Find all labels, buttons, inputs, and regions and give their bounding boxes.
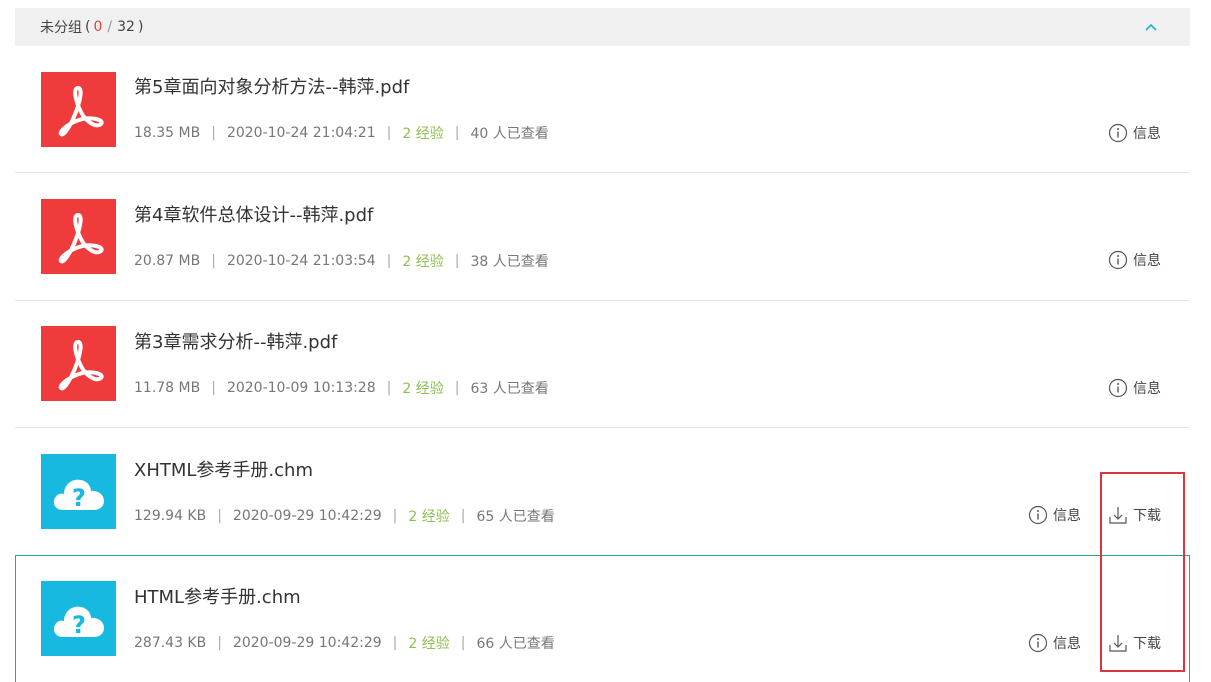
info-label: 信息	[1053, 508, 1081, 524]
group-paren-open: (	[85, 19, 91, 35]
download-button[interactable]: 下载	[1108, 633, 1161, 653]
info-label: 信息	[1133, 126, 1161, 142]
experience-points: 2 经验	[402, 126, 444, 142]
meta-divider: |	[217, 635, 222, 651]
file-size: 20.87 MB	[134, 253, 201, 269]
upload-date: 2020-10-09 10:13:28	[226, 380, 376, 396]
meta-divider: |	[454, 125, 460, 141]
file-meta: 129.94 KB | 2020-09-29 10:42:29 | 2 经验 |…	[134, 506, 555, 526]
file-size: 11.78 MB	[134, 380, 201, 396]
meta-divider: |	[386, 380, 392, 396]
info-icon	[1108, 123, 1128, 143]
group-count-current: 0	[93, 19, 103, 35]
file-meta: 11.78 MB | 2020-10-09 10:13:28 | 2 经验 | …	[134, 378, 549, 398]
pdf-icon[interactable]	[41, 199, 116, 274]
info-icon	[1108, 378, 1128, 398]
file-item[interactable]: ? HTML参考手册.chm 287.43 KB | 2020-09-29 10…	[15, 555, 1190, 682]
file-name[interactable]: 第5章面向对象分析方法--韩萍.pdf	[134, 73, 409, 99]
chm-help-icon[interactable]: ?	[41, 454, 116, 529]
info-button[interactable]: 信息	[1028, 505, 1081, 525]
meta-divider: |	[460, 508, 466, 524]
meta-divider: |	[211, 380, 216, 396]
view-count: 63 人已查看	[470, 381, 549, 397]
meta-divider: |	[392, 635, 398, 651]
file-meta: 287.43 KB | 2020-09-29 10:42:29 | 2 经验 |…	[134, 633, 555, 653]
info-button[interactable]: 信息	[1108, 250, 1161, 270]
download-button[interactable]: 下载	[1108, 505, 1161, 525]
meta-divider: |	[217, 508, 222, 524]
chm-help-icon[interactable]: ?	[41, 581, 116, 656]
file-size: 287.43 KB	[134, 635, 207, 651]
experience-points: 2 经验	[408, 509, 450, 525]
experience-points: 2 经验	[408, 636, 450, 652]
view-count: 66 人已查看	[476, 636, 555, 652]
pdf-icon[interactable]	[41, 326, 116, 401]
svg-text:?: ?	[72, 611, 86, 639]
meta-divider: |	[460, 635, 466, 651]
info-icon	[1028, 505, 1048, 525]
download-label: 下载	[1133, 508, 1161, 524]
download-icon	[1109, 635, 1127, 652]
info-label: 信息	[1133, 381, 1161, 397]
pdf-icon[interactable]	[41, 72, 116, 147]
info-label: 信息	[1133, 253, 1161, 269]
download-icon	[1109, 507, 1127, 524]
group-paren-close: )	[137, 19, 144, 35]
view-count: 40 人已查看	[470, 126, 549, 142]
file-size: 129.94 KB	[134, 508, 207, 524]
info-button[interactable]: 信息	[1108, 378, 1161, 398]
meta-divider: |	[454, 253, 460, 269]
group-header[interactable]: 未分组 ( 0 / 32 )	[15, 8, 1190, 46]
file-name[interactable]: 第3章需求分析--韩萍.pdf	[134, 328, 337, 354]
svg-text:?: ?	[72, 484, 86, 512]
file-item[interactable]: 第4章软件总体设计--韩萍.pdf 20.87 MB | 2020-10-24 …	[15, 173, 1190, 301]
upload-date: 2020-09-29 10:42:29	[232, 635, 382, 651]
file-name[interactable]: HTML参考手册.chm	[134, 583, 301, 609]
meta-divider: |	[454, 380, 460, 396]
experience-points: 2 经验	[402, 381, 444, 397]
file-name[interactable]: 第4章软件总体设计--韩萍.pdf	[134, 201, 373, 227]
info-icon	[1108, 250, 1128, 270]
meta-divider: |	[386, 125, 392, 141]
upload-date: 2020-10-24 21:03:54	[226, 253, 376, 269]
file-size: 18.35 MB	[134, 125, 201, 141]
group-count-total: 32	[117, 19, 135, 35]
file-meta: 20.87 MB | 2020-10-24 21:03:54 | 2 经验 | …	[134, 251, 549, 271]
chevron-up-icon[interactable]	[1142, 18, 1160, 36]
info-icon	[1028, 633, 1048, 653]
view-count: 65 人已查看	[476, 509, 555, 525]
meta-divider: |	[386, 253, 392, 269]
download-label: 下载	[1133, 636, 1161, 652]
file-name[interactable]: XHTML参考手册.chm	[134, 456, 313, 482]
file-item[interactable]: ? XHTML参考手册.chm 129.94 KB | 2020-09-29 1…	[15, 428, 1190, 555]
upload-date: 2020-10-24 21:04:21	[226, 125, 376, 141]
info-button[interactable]: 信息	[1028, 633, 1081, 653]
info-button[interactable]: 信息	[1108, 123, 1161, 143]
group-label: 未分组	[40, 20, 82, 36]
file-meta: 18.35 MB | 2020-10-24 21:04:21 | 2 经验 | …	[134, 123, 549, 143]
file-item[interactable]: 第3章需求分析--韩萍.pdf 11.78 MB | 2020-10-09 10…	[15, 301, 1190, 428]
file-item[interactable]: 第5章面向对象分析方法--韩萍.pdf 18.35 MB | 2020-10-2…	[15, 46, 1190, 173]
meta-divider: |	[211, 253, 216, 269]
meta-divider: |	[392, 508, 398, 524]
group-count-separator: /	[107, 19, 113, 35]
meta-divider: |	[211, 125, 216, 141]
experience-points: 2 经验	[402, 254, 444, 270]
info-label: 信息	[1053, 636, 1081, 652]
view-count: 38 人已查看	[470, 254, 549, 270]
upload-date: 2020-09-29 10:42:29	[232, 508, 382, 524]
